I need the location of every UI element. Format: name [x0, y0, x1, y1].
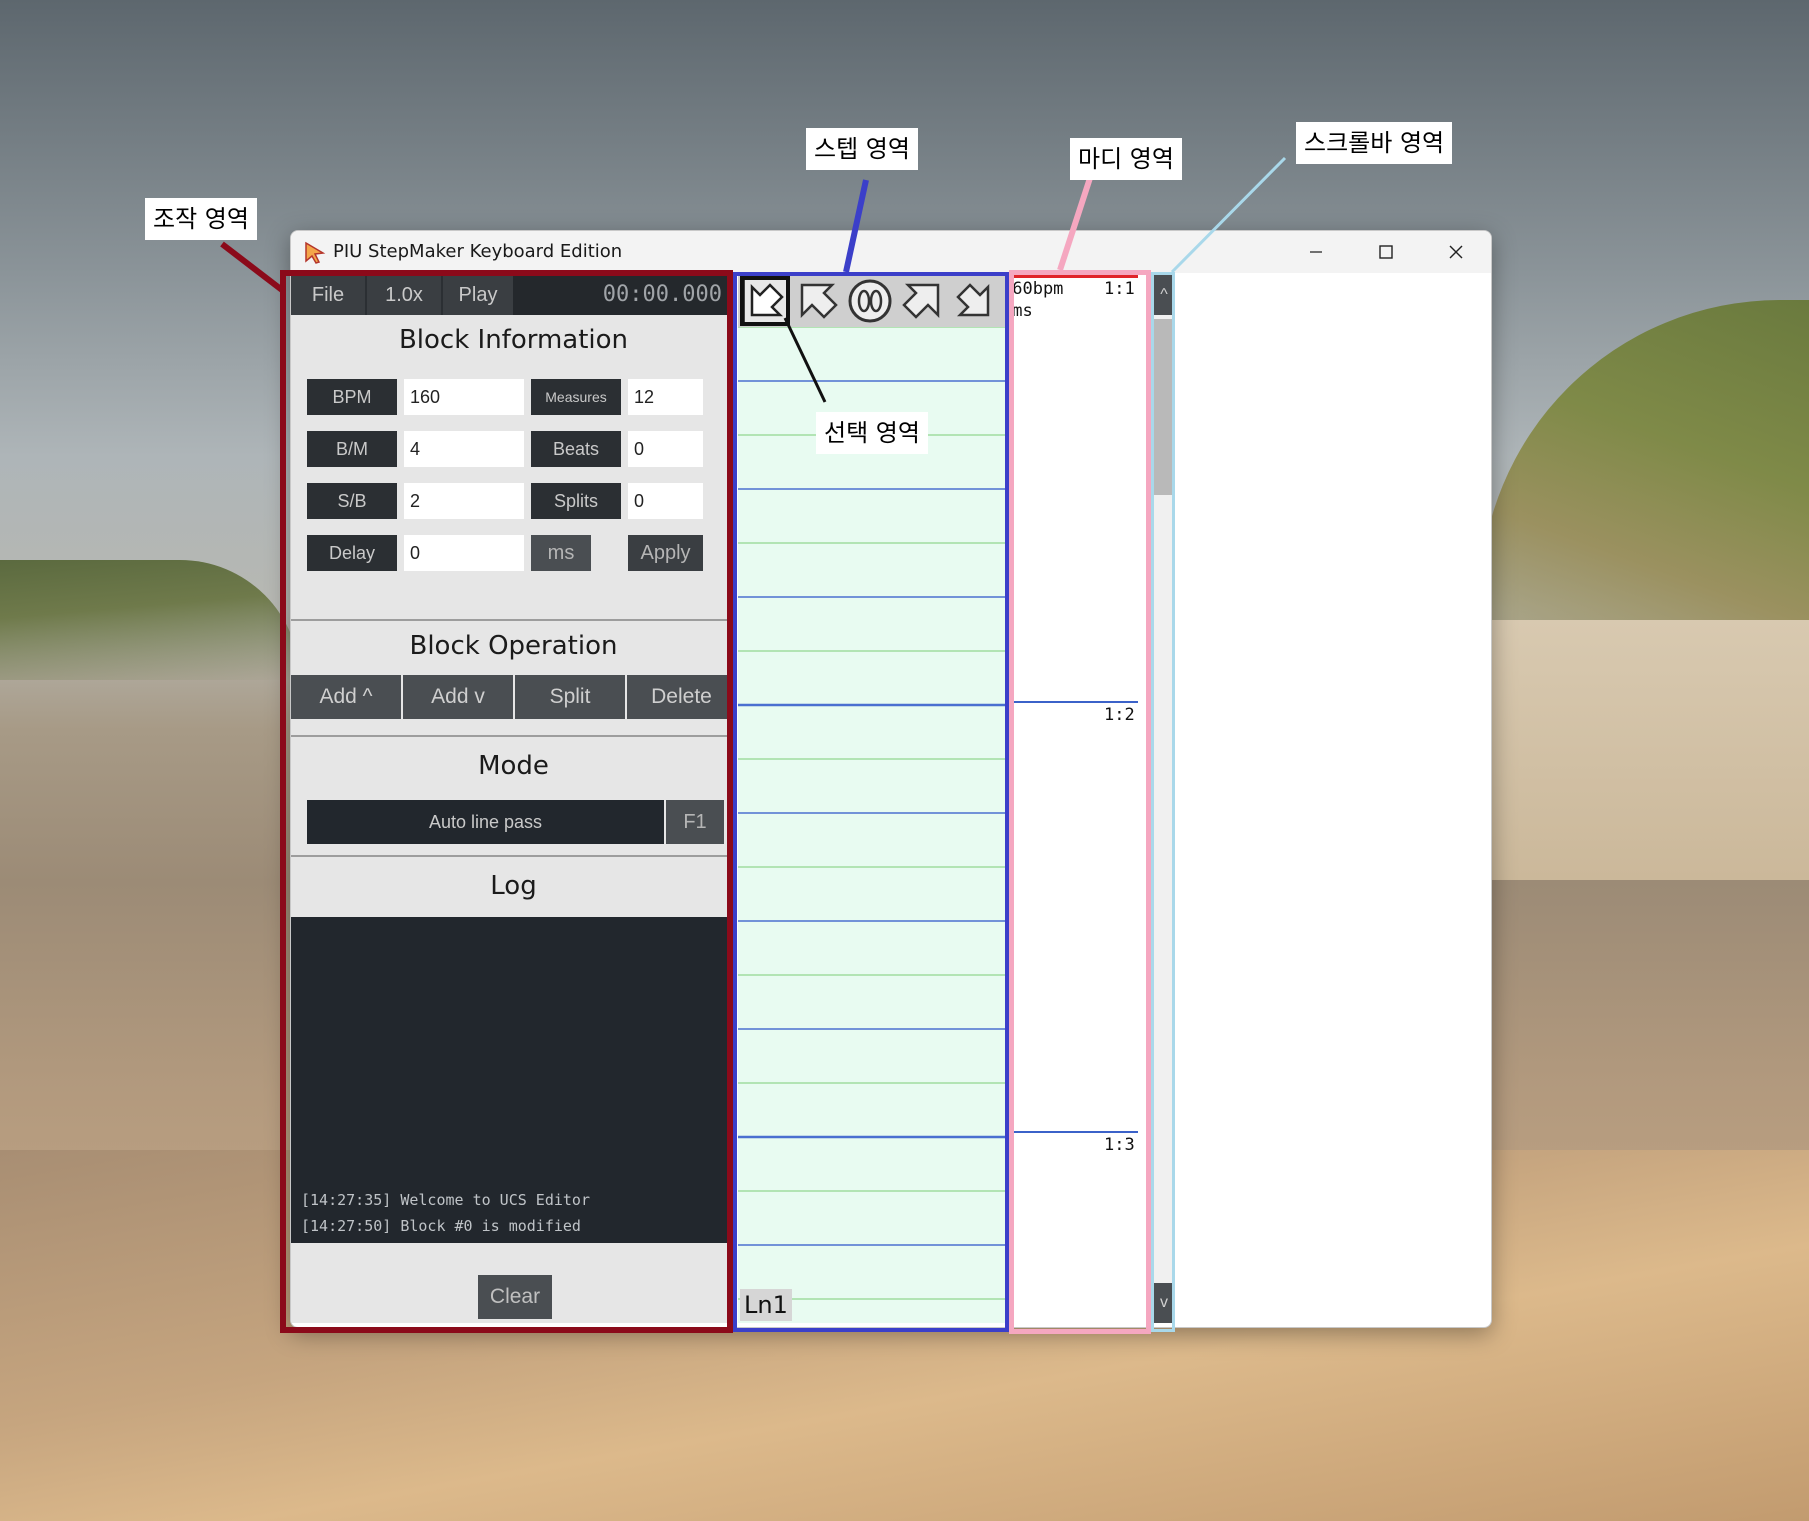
selection-area-callout: 선택 영역: [816, 412, 928, 454]
measure-area-callout: 마디 영역: [1070, 138, 1182, 180]
control-area-callout: 조작 영역: [145, 198, 257, 240]
callout-connectors: [220, 156, 1287, 403]
step-area-callout: 스텝 영역: [806, 128, 918, 170]
scrollbar-area-callout: 스크롤바 영역: [1296, 122, 1453, 164]
